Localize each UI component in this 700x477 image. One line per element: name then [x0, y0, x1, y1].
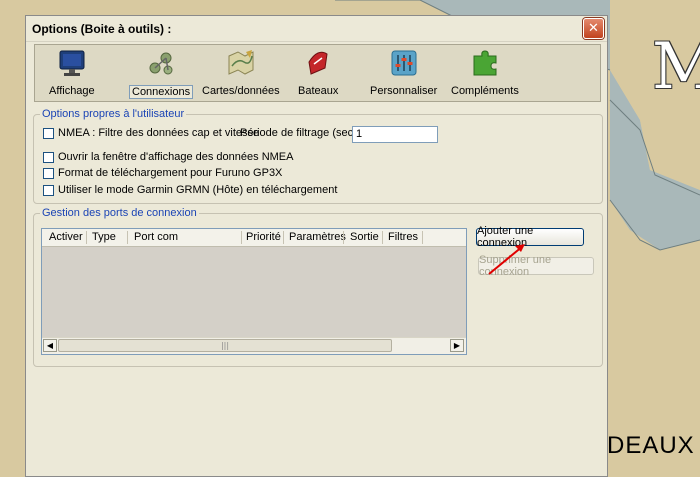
tab-label: Personnaliser	[370, 85, 438, 97]
tab-personnaliser[interactable]: Personnaliser	[370, 48, 437, 97]
tab-label: Cartes/données	[202, 85, 280, 97]
furuno-label: Format de téléchargement pour Furuno GP3…	[58, 167, 283, 179]
tab-bateaux[interactable]: Bateaux	[298, 48, 338, 97]
period-input[interactable]: 1	[352, 126, 438, 143]
horizontal-scrollbar[interactable]: ◀ ||| ▶	[42, 337, 466, 354]
group-legend: Gestion des ports de connexion	[40, 207, 199, 219]
network-icon	[146, 48, 176, 78]
ports-list[interactable]: Activer Type Port com Priorité Paramètre…	[41, 228, 467, 355]
tab-affichage[interactable]: Affichage	[49, 48, 95, 97]
monitor-icon	[57, 48, 87, 78]
title-bar: Options (Boite à outils) : ✕	[26, 16, 607, 42]
nmea-filter-checkbox[interactable]	[43, 127, 54, 139]
scroll-left-button[interactable]: ◀	[43, 339, 57, 352]
period-label: Période de filtrage (sec.)	[240, 127, 360, 139]
puzzle-icon	[470, 48, 500, 78]
open-nmea-window-label: Ouvrir la fenêtre d'affichage des donnée…	[58, 151, 294, 163]
nmea-filter-row: NMEA : Filtre des données cap et vitesse	[43, 127, 259, 139]
column-header[interactable]: Port com	[134, 231, 178, 243]
group-legend: Options propres à l'utilisateur	[40, 108, 187, 120]
tab-complements[interactable]: Compléments	[451, 48, 519, 97]
garmin-row: Utiliser le mode Garmin GRMN (Hôte) en t…	[43, 184, 337, 196]
column-header[interactable]: Activer	[49, 231, 83, 243]
scroll-thumb[interactable]: |||	[58, 339, 392, 352]
garmin-checkbox[interactable]	[43, 184, 54, 196]
column-header[interactable]: Sortie	[350, 231, 379, 243]
furuno-row: Format de téléchargement pour Furuno GP3…	[43, 167, 282, 179]
nmea-filter-label: NMEA : Filtre des données cap et vitesse	[58, 127, 260, 139]
tab-label: Affichage	[49, 85, 95, 97]
map-icon	[226, 48, 256, 78]
arrow-left-icon: ◀	[46, 341, 54, 350]
annotation-arrow-icon	[488, 244, 525, 275]
options-toolbar: Affichage Connexions Cartes/données Bate…	[34, 44, 601, 102]
column-header[interactable]: Paramètres	[289, 231, 346, 243]
garmin-label: Utiliser le mode Garmin GRMN (Hôte) en t…	[58, 184, 338, 196]
open-nmea-window-row: Ouvrir la fenêtre d'affichage des donnée…	[43, 151, 293, 163]
tab-cartes-donnees[interactable]: Cartes/données	[202, 48, 280, 97]
arrow-right-icon: ▶	[453, 341, 461, 350]
sliders-icon	[389, 48, 419, 78]
tab-connexions[interactable]: Connexions	[129, 48, 194, 99]
map-label-text: DEAUX	[607, 432, 695, 459]
tab-label: Connexions	[129, 85, 194, 99]
column-header[interactable]: Filtres	[388, 231, 418, 243]
boat-icon	[303, 48, 333, 78]
column-header[interactable]: Type	[92, 231, 116, 243]
column-header[interactable]: Priorité	[246, 231, 281, 243]
window-title: Options (Boite à outils) :	[32, 21, 172, 36]
scroll-right-button[interactable]: ▶	[450, 339, 464, 352]
ports-list-header: Activer Type Port com Priorité Paramètre…	[42, 229, 466, 247]
period-row: Période de filtrage (sec.)	[240, 127, 360, 139]
close-icon: ✕	[588, 21, 599, 36]
open-nmea-window-checkbox[interactable]	[43, 151, 54, 163]
tab-label: Bateaux	[298, 85, 339, 97]
map-label-m: M	[652, 30, 700, 104]
furuno-checkbox[interactable]	[43, 167, 54, 179]
close-button[interactable]: ✕	[583, 18, 604, 39]
tab-label: Compléments	[451, 85, 519, 97]
